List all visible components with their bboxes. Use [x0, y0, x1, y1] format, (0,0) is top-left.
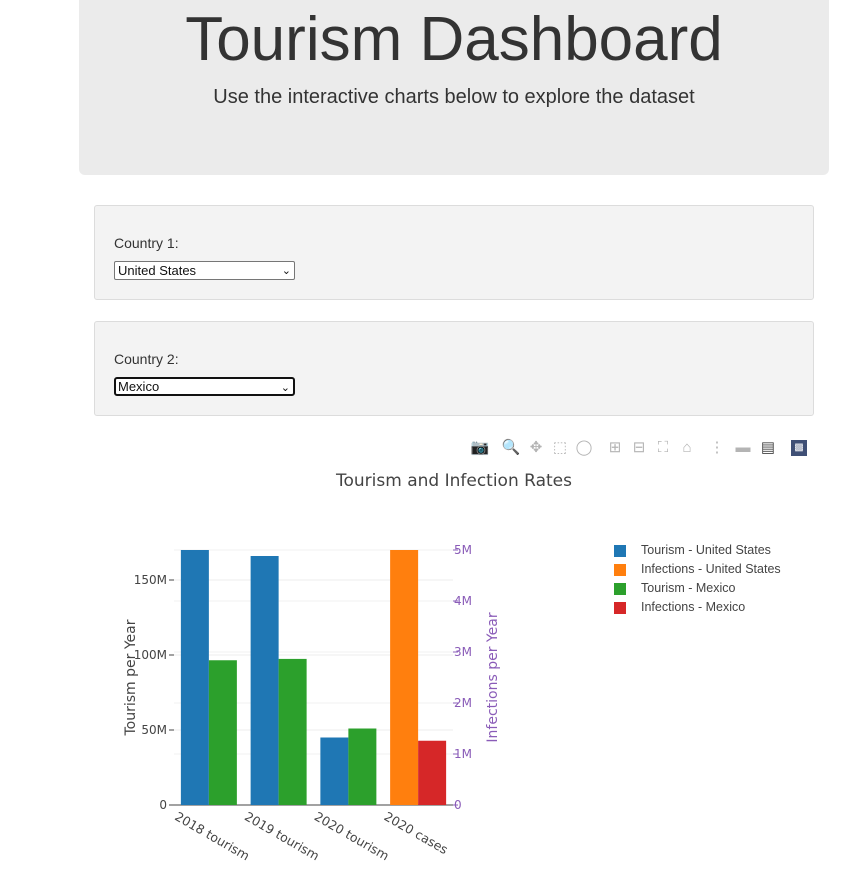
header-banner: Tourism Dashboard Use the interactive ch… — [79, 0, 829, 175]
bar[interactable] — [250, 556, 279, 805]
chevron-down-icon: ⌄ — [281, 265, 291, 277]
legend-label: Tourism - United States — [641, 543, 771, 557]
box-select-icon[interactable]: ⬚ — [550, 437, 570, 459]
plotly-logo-icon[interactable]: ▩ — [791, 440, 807, 456]
page-title: Tourism Dashboard — [185, 5, 723, 74]
chart-title: Tourism and Infection Rates — [335, 471, 572, 491]
legend-swatch — [614, 564, 626, 576]
y-tick-label: 0 — [159, 798, 167, 812]
country-1-value: United States — [118, 263, 197, 278]
plot-area: 050M100M150M01M2M3M4M5M2018 tourism2019 … — [134, 543, 472, 863]
pan-icon[interactable]: ✥ — [526, 437, 546, 459]
zoom-in-icon[interactable]: ⊞ — [605, 437, 625, 459]
spike-lines-icon[interactable]: ⋮ — [707, 437, 727, 459]
country-2-select[interactable]: Mexico ⌄ — [114, 377, 295, 396]
country-2-panel: Country 2: Mexico ⌄ — [94, 321, 814, 416]
y2-tick-label: 2M — [454, 696, 472, 710]
bar[interactable] — [180, 550, 209, 805]
legend-swatch — [614, 583, 626, 595]
lasso-select-icon[interactable]: ◯ — [574, 437, 594, 459]
tourism-chart: Tourism and Infection Rates 050M100M150M… — [123, 471, 572, 863]
y2-tick-label: 0 — [454, 798, 462, 812]
x-tick-label: 2018 tourism — [172, 809, 252, 864]
hover-compare-icon[interactable]: ▤ — [758, 437, 778, 459]
y2-tick-label: 4M — [454, 594, 472, 608]
y2-axis-label: Infections per Year — [485, 612, 501, 742]
y2-tick-label: 3M — [454, 645, 472, 659]
hover-closest-icon[interactable]: ▬ — [733, 437, 753, 459]
x-tick-label: 2019 tourism — [242, 809, 322, 864]
y-axis-label: Tourism per Year — [123, 619, 139, 736]
bar[interactable] — [320, 737, 349, 806]
legend-swatch — [614, 602, 626, 614]
country-1-label: Country 1: — [114, 235, 179, 251]
legend-label: Tourism - Mexico — [641, 581, 736, 595]
chevron-down-icon: ⌄ — [280, 382, 290, 394]
zoom-icon[interactable]: 🔍 — [501, 437, 521, 459]
camera-icon[interactable]: 📷 — [470, 437, 490, 459]
country-1-select[interactable]: United States ⌄ — [114, 261, 295, 280]
country-2-value: Mexico — [118, 379, 160, 394]
bar[interactable] — [278, 658, 307, 805]
y2-tick-label: 1M — [454, 747, 472, 761]
page-subtitle: Use the interactive charts below to expl… — [213, 86, 695, 108]
bar[interactable] — [418, 740, 447, 805]
bar[interactable] — [348, 728, 377, 806]
chart-modebar: 📷 🔍 ✥ ⬚ ◯ ⊞ ⊟ ⛶ ⌂ ⋮ ▬ ▤ ▩ — [468, 437, 813, 459]
y-tick-label: 150M — [134, 573, 167, 587]
country-2-label: Country 2: — [114, 351, 179, 367]
x-tick-label: 2020 tourism — [312, 809, 392, 864]
bar[interactable] — [208, 660, 237, 805]
zoom-out-icon[interactable]: ⊟ — [629, 437, 649, 459]
reset-axes-icon[interactable]: ⌂ — [677, 437, 697, 459]
country-1-panel: Country 1: United States ⌄ — [94, 205, 814, 300]
legend-swatch — [614, 545, 626, 557]
autoscale-icon[interactable]: ⛶ — [653, 437, 673, 459]
legend-label: Infections - United States — [641, 562, 781, 576]
y-tick-label: 50M — [141, 723, 167, 737]
legend-label: Infections - Mexico — [641, 600, 746, 614]
bar[interactable] — [390, 550, 419, 805]
y2-tick-label: 5M — [454, 543, 472, 557]
